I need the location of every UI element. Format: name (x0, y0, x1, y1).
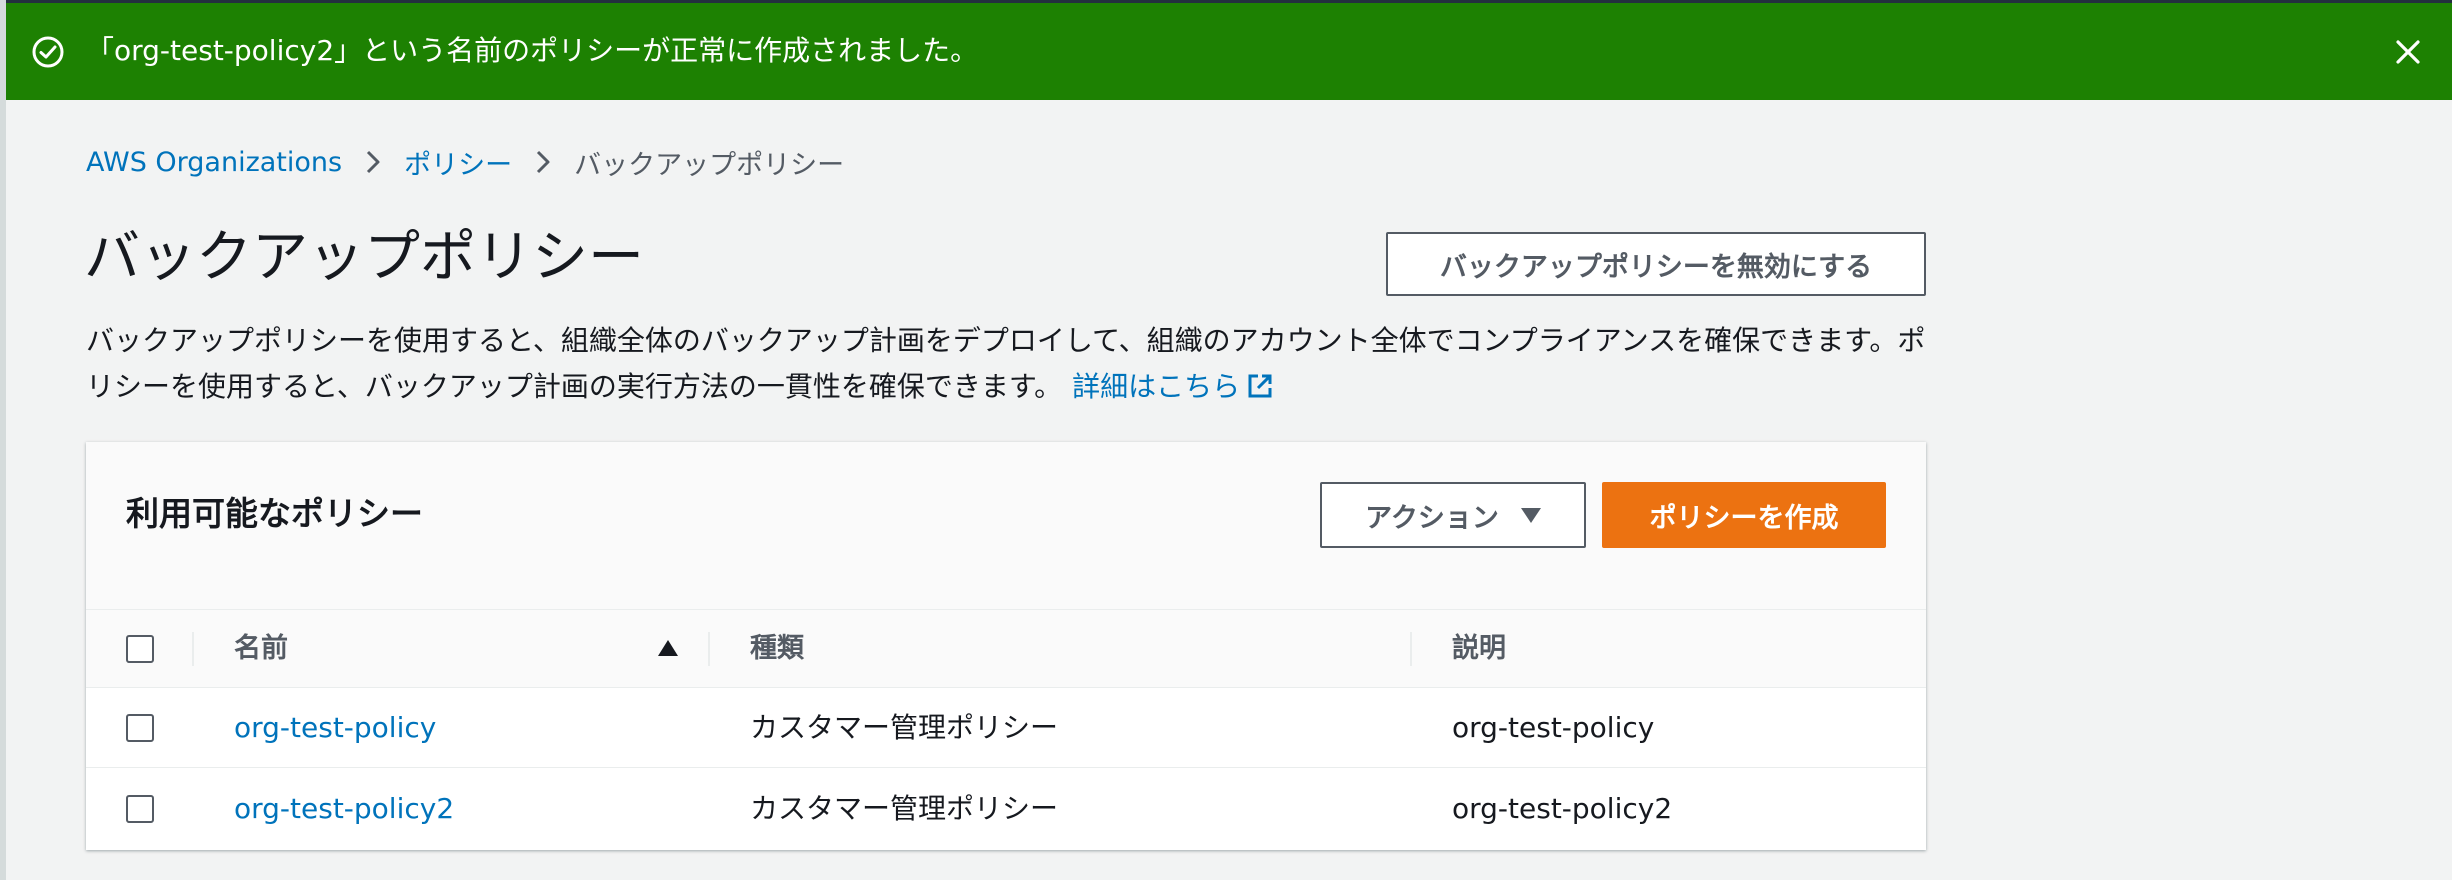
column-divider (192, 632, 194, 666)
select-all-checkbox[interactable] (126, 635, 154, 663)
description-text: バックアップポリシーを使用すると、組織全体のバックアップ計画をデプロイして、組織… (86, 324, 1926, 403)
success-flash-bar: 「org-test-policy2」という名前のポリシーが正常に作成されました。 (6, 3, 2452, 100)
create-policy-button[interactable]: ポリシーを作成 (1602, 482, 1886, 548)
sort-ascending-icon[interactable] (658, 640, 678, 656)
row-checkbox[interactable] (126, 714, 154, 742)
disable-backup-policies-button[interactable]: バックアップポリシーを無効にする (1386, 232, 1926, 296)
column-divider (1410, 632, 1412, 666)
table-row: org-test-policy カスタマー管理ポリシー org-test-pol… (86, 688, 1926, 768)
panel-header: 利用可能なポリシー アクション ポリシーを作成 (86, 442, 1926, 610)
external-link-icon (1248, 374, 1272, 398)
actions-button-label: アクション (1365, 502, 1499, 534)
policy-name-link[interactable]: org-test-policy2 (234, 792, 454, 825)
learn-more-label: 詳細はこちら (1072, 370, 1241, 403)
policy-name-link[interactable]: org-test-policy (234, 711, 436, 744)
chevron-right-icon (367, 150, 380, 174)
page-title: バックアップポリシー (84, 225, 644, 290)
policy-description: org-test-policy (1452, 711, 1655, 744)
column-divider (708, 632, 710, 666)
actions-dropdown-button[interactable]: アクション (1320, 482, 1586, 548)
available-policies-panel: 利用可能なポリシー アクション ポリシーを作成 名前 種類 説明 org-tes… (86, 442, 1926, 850)
success-check-circle-icon (32, 36, 64, 68)
panel-title: 利用可能なポリシー (126, 494, 423, 533)
close-icon[interactable] (2392, 36, 2424, 68)
column-header-type[interactable]: 種類 (750, 610, 804, 688)
window-left-border (0, 0, 6, 880)
breadcrumb-current: バックアップポリシー (574, 149, 845, 181)
caret-down-icon (1520, 507, 1541, 523)
policy-type: カスタマー管理ポリシー (750, 792, 1059, 825)
table-row: org-test-policy2 カスタマー管理ポリシー org-test-po… (86, 769, 1926, 849)
column-header-description[interactable]: 説明 (1452, 610, 1506, 688)
row-checkbox[interactable] (126, 795, 154, 823)
policy-description: org-test-policy2 (1452, 792, 1673, 825)
column-header-name[interactable]: 名前 (234, 610, 288, 688)
table-header-row: 名前 種類 説明 (86, 610, 1926, 688)
policy-type: カスタマー管理ポリシー (750, 711, 1059, 744)
flash-message: 「org-test-policy2」という名前のポリシーが正常に作成されました。 (86, 34, 979, 67)
learn-more-link[interactable]: 詳細はこちら (1072, 370, 1274, 403)
breadcrumb: AWS Organizations ポリシー バックアップポリシー (86, 142, 844, 182)
chevron-right-icon (537, 150, 550, 174)
page-description: バックアップポリシーを使用すると、組織全体のバックアップ計画をデプロイして、組織… (86, 318, 1936, 410)
breadcrumb-link-aws-organizations[interactable]: AWS Organizations (86, 147, 342, 178)
breadcrumb-link-policies[interactable]: ポリシー (404, 143, 512, 182)
